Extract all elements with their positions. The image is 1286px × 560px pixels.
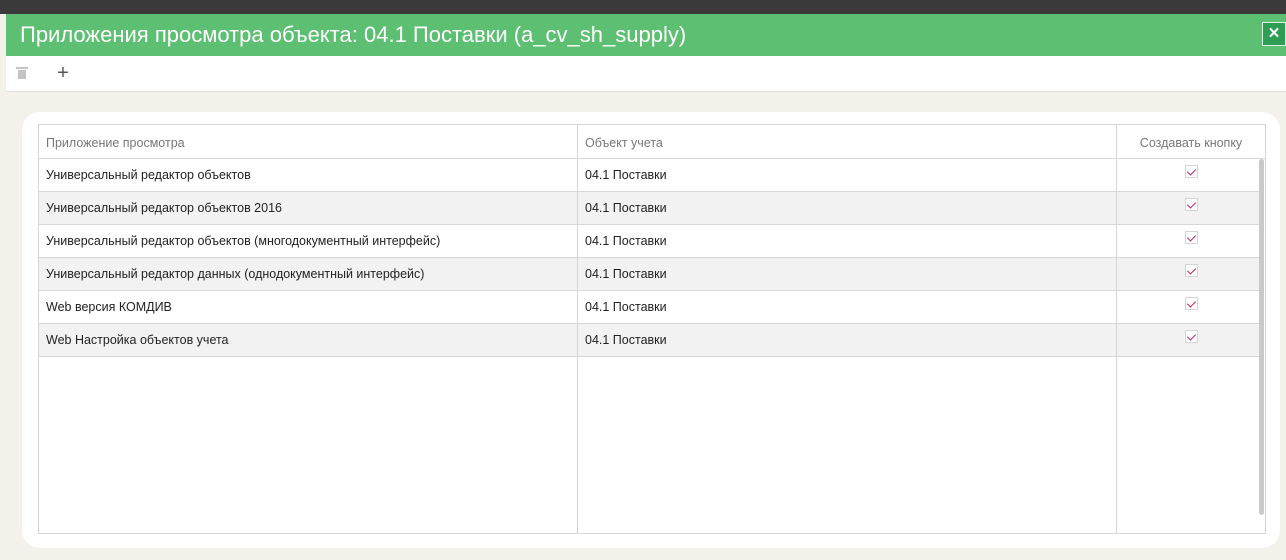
table-row[interactable]: Web Настройка объектов учета 04.1 Поставк… <box>39 324 1261 357</box>
checkbox-create-button[interactable] <box>1184 330 1198 343</box>
cell-create-button <box>1117 225 1265 258</box>
table-row[interactable]: Универсальный редактор данных (однодокум… <box>39 258 1261 291</box>
cell-object[interactable]: 04.1 Поставки <box>578 159 1116 192</box>
checkbox-create-button[interactable] <box>1184 198 1198 211</box>
column-header-app[interactable]: Приложение просмотра <box>39 125 577 159</box>
trash-icon[interactable] <box>12 62 34 86</box>
content-card: Приложение просмотра Объект учета Создав… <box>22 112 1280 548</box>
table-row[interactable]: Web версия КОМДИВ 04.1 Поставки <box>39 291 1261 324</box>
table-header: Приложение просмотра Объект учета Создав… <box>39 125 1265 159</box>
cell-app[interactable]: Универсальный редактор данных (однодокум… <box>39 258 577 291</box>
column-divider <box>577 125 578 533</box>
dialog-window: Приложения просмотра объекта: 04.1 Поста… <box>0 0 1286 560</box>
viewers-table: Приложение просмотра Объект учета Создав… <box>38 124 1266 534</box>
vertical-scrollbar[interactable] <box>1259 159 1264 515</box>
cell-object[interactable]: 04.1 Поставки <box>578 291 1116 324</box>
cell-create-button <box>1117 324 1265 357</box>
trash-lid <box>16 67 28 69</box>
toolbar: + <box>6 56 1286 92</box>
dialog-titlebar: Приложения просмотра объекта: 04.1 Поста… <box>6 14 1286 56</box>
close-icon[interactable]: ✕ <box>1262 22 1286 46</box>
cell-create-button <box>1117 159 1265 192</box>
table-row[interactable]: Универсальный редактор объектов 04.1 Пост… <box>39 159 1261 192</box>
cell-app[interactable]: Универсальный редактор объектов <box>39 159 577 192</box>
cell-create-button <box>1117 291 1265 324</box>
window-top-strip <box>0 0 1286 14</box>
plus-icon[interactable]: + <box>52 62 74 86</box>
dialog-title: Приложения просмотра объекта: 04.1 Поста… <box>20 22 687 47</box>
cell-app[interactable]: Web версия КОМДИВ <box>39 291 577 324</box>
column-header-object[interactable]: Объект учета <box>578 125 1116 159</box>
cell-app[interactable]: Универсальный редактор объектов (многодо… <box>39 225 577 258</box>
cell-object[interactable]: 04.1 Поставки <box>578 258 1116 291</box>
table-row[interactable]: Универсальный редактор объектов 2016 04.1… <box>39 192 1261 225</box>
checkbox-create-button[interactable] <box>1184 231 1198 244</box>
checkbox-create-button[interactable] <box>1184 165 1198 178</box>
table-row[interactable]: Универсальный редактор объектов (многодо… <box>39 225 1261 258</box>
cell-object[interactable]: 04.1 Поставки <box>578 324 1116 357</box>
cell-object[interactable]: 04.1 Поставки <box>578 225 1116 258</box>
checkbox-create-button[interactable] <box>1184 264 1198 277</box>
cell-app[interactable]: Универсальный редактор объектов 2016 <box>39 192 577 225</box>
cell-create-button <box>1117 258 1265 291</box>
trash-body <box>18 70 26 79</box>
cell-object[interactable]: 04.1 Поставки <box>578 192 1116 225</box>
column-divider <box>1116 125 1117 533</box>
cell-create-button <box>1117 192 1265 225</box>
cell-app[interactable]: Web Настройка объектов учета <box>39 324 577 357</box>
column-header-create-button[interactable]: Создавать кнопку <box>1117 125 1265 159</box>
checkbox-create-button[interactable] <box>1184 297 1198 310</box>
